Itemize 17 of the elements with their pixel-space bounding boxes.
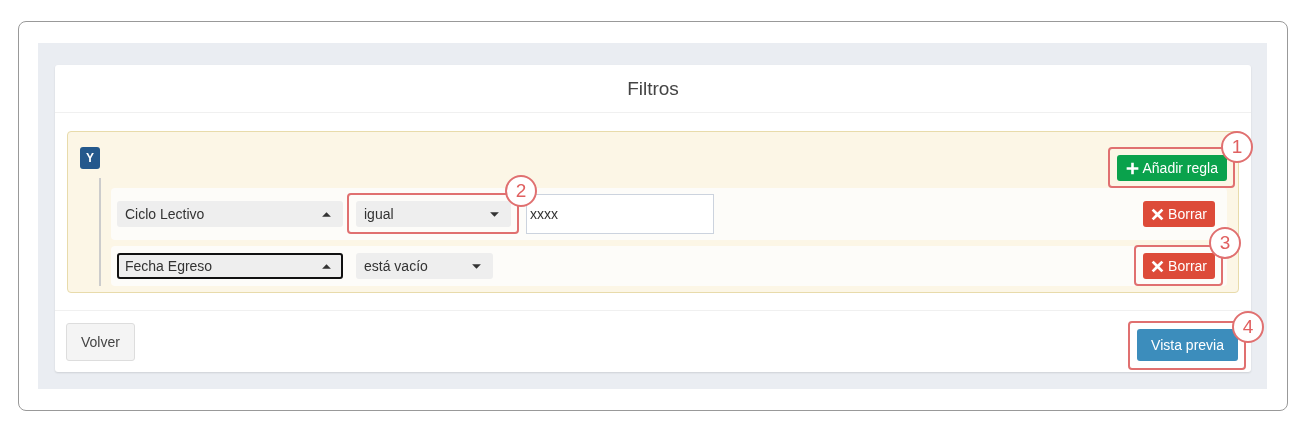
operator-dropdown[interactable]: está vacío bbox=[356, 253, 493, 279]
close-icon bbox=[1151, 207, 1165, 221]
operator-dropdown[interactable]: igual bbox=[356, 201, 511, 227]
plus-icon bbox=[1125, 161, 1139, 175]
field-dropdown[interactable]: Fecha Egreso bbox=[117, 253, 343, 279]
field-dropdown[interactable]: Ciclo Lectivo bbox=[117, 201, 343, 227]
preview-button[interactable]: Vista previa bbox=[1137, 329, 1238, 361]
callout-number: 1 bbox=[1221, 131, 1253, 163]
conjunction-badge[interactable]: Y bbox=[80, 147, 100, 169]
delete-button[interactable]: Borrar bbox=[1143, 201, 1215, 227]
back-button[interactable]: Volver bbox=[66, 323, 135, 361]
callout-number: 3 bbox=[1209, 227, 1241, 259]
panel-title: Filtros bbox=[627, 77, 679, 100]
delete-button[interactable]: Borrar bbox=[1143, 253, 1215, 279]
value-input[interactable]: xxxx bbox=[526, 194, 714, 234]
callout-number: 4 bbox=[1232, 311, 1264, 343]
close-icon bbox=[1151, 259, 1165, 273]
